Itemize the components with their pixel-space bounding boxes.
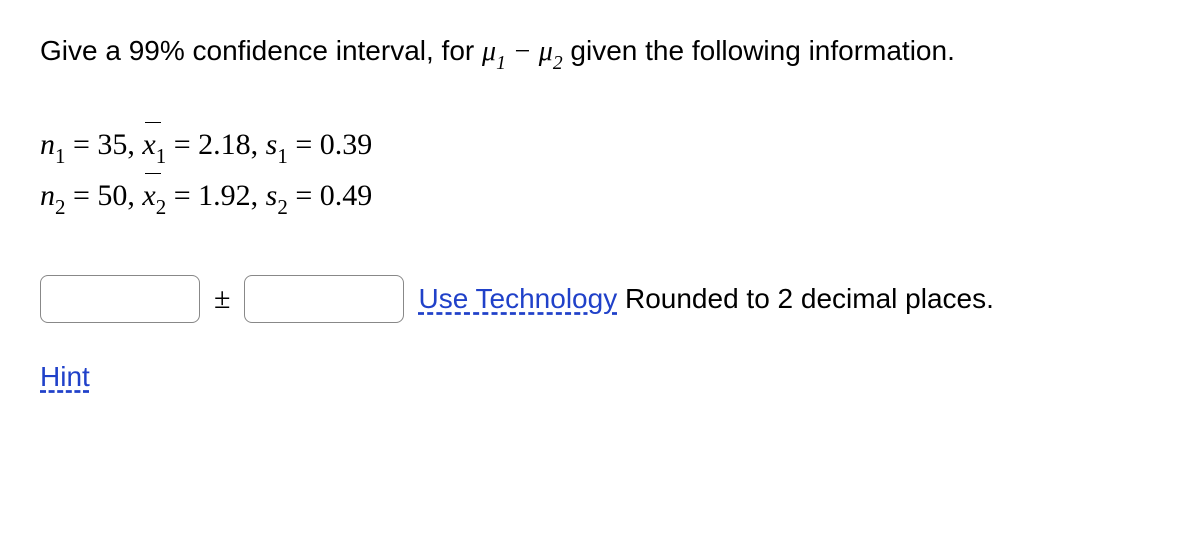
- xbar2-sub: 2: [156, 195, 167, 219]
- eq: =: [66, 128, 98, 161]
- mu1-symbol: μ: [482, 36, 496, 67]
- answer-row: ± Use Technology Rounded to 2 decimal pl…: [40, 272, 1160, 326]
- rounded-text: Rounded to 2 decimal places.: [617, 283, 994, 314]
- s2-value: 0.49: [320, 179, 373, 212]
- sep: ,: [251, 128, 266, 161]
- n2-label: n: [40, 179, 55, 212]
- n1-value: 35: [97, 128, 127, 161]
- sep: ,: [127, 179, 142, 212]
- s2-sub: 2: [277, 195, 288, 219]
- eq: =: [166, 179, 198, 212]
- xbar1-sub: 1: [156, 144, 167, 168]
- n1-label: n: [40, 128, 55, 161]
- mu1-subscript: 1: [496, 53, 506, 74]
- prompt-pre: Give a 99% confidence interval, for: [40, 35, 482, 66]
- xbar2-value: 1.92: [198, 179, 251, 212]
- n2-value: 50: [97, 179, 127, 212]
- eq: =: [288, 128, 320, 161]
- s2-label: s: [266, 179, 278, 212]
- sample-1-data: n1 = 35, x1 = 2.18, s1 = 0.39: [40, 121, 1160, 172]
- eq: =: [166, 128, 198, 161]
- n1-sub: 1: [55, 144, 66, 168]
- eq: =: [66, 179, 98, 212]
- s1-label: s: [266, 128, 278, 161]
- s1-sub: 1: [277, 144, 288, 168]
- plus-minus-symbol: ±: [214, 272, 230, 326]
- s1-value: 0.39: [320, 128, 373, 161]
- prompt-post: given the following information.: [563, 35, 955, 66]
- margin-error-input[interactable]: [244, 275, 404, 323]
- use-technology-link[interactable]: Use Technology: [418, 283, 617, 314]
- minus-sign: −: [506, 36, 539, 67]
- eq: =: [288, 179, 320, 212]
- sample-2-data: n2 = 50, x2 = 1.92, s2 = 0.49: [40, 172, 1160, 223]
- n2-sub: 2: [55, 195, 66, 219]
- mu2-subscript: 2: [553, 53, 563, 74]
- hint-link[interactable]: Hint: [40, 361, 90, 392]
- sep: ,: [251, 179, 266, 212]
- point-estimate-input[interactable]: [40, 275, 200, 323]
- mu2-symbol: μ: [539, 36, 553, 67]
- xbar1-label: x: [142, 121, 155, 169]
- question-prompt: Give a 99% confidence interval, for μ1 −…: [40, 30, 1160, 76]
- xbar1-value: 2.18: [198, 128, 251, 161]
- given-data: n1 = 35, x1 = 2.18, s1 = 0.39 n2 = 50, x…: [40, 121, 1160, 222]
- sep: ,: [127, 128, 142, 161]
- hint-row: Hint: [40, 361, 1160, 393]
- xbar2-label: x: [142, 172, 155, 220]
